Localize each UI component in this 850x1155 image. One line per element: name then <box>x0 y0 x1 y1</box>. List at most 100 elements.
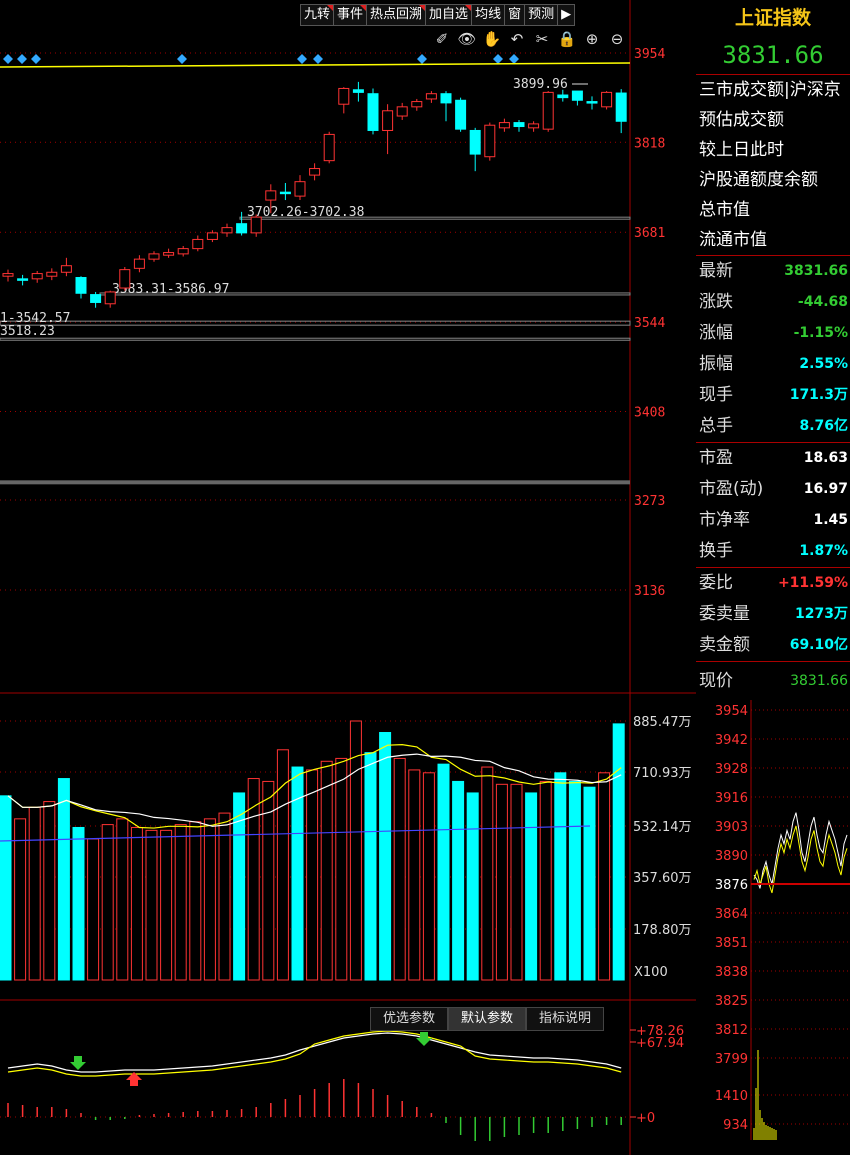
volume-unit-label: X100 <box>634 965 668 980</box>
stat-row: 最新 3831.66 <box>696 256 850 287</box>
info-line-1: 预估成交额 <box>699 110 784 130</box>
volume-axis-label: 532.14万 <box>633 820 692 835</box>
volume-bar <box>481 766 494 981</box>
stat-value: 69.10亿 <box>789 637 848 653</box>
candle-body <box>309 168 321 176</box>
mini-axis-label: 3928 <box>715 762 748 777</box>
indicator-tab-1[interactable]: 默认参数 <box>448 1007 527 1031</box>
mini-axis-label: 3916 <box>715 791 748 806</box>
volume-bar <box>57 778 70 981</box>
candle-body <box>513 122 525 128</box>
candle-body <box>236 223 248 234</box>
stat-value: -1.15% <box>793 325 848 341</box>
mini-axis-label: 3799 <box>715 1052 748 1067</box>
price-axis-label: 3681 <box>634 226 665 241</box>
candle-body <box>601 91 613 108</box>
stat-value: 3831.66 <box>784 263 848 279</box>
volume-bar <box>437 763 450 981</box>
candle-body <box>528 123 540 129</box>
stats-block-3: 委比 +11.59% 委卖量 1273万 卖金额 69.10亿 <box>696 567 850 661</box>
indicator-tab-0[interactable]: 优选参数 <box>370 1007 449 1031</box>
chart-toolbar: 九转 事件 热点回溯 加自选 均线窗预测 ▶ <box>300 4 576 26</box>
mini-avg-line <box>753 825 848 894</box>
candle-body <box>177 248 189 255</box>
toolbar-button-4[interactable]: 均线 <box>471 4 505 26</box>
info-lines: 三市成交额|沪深京 预估成交额 较上日此时 沪股通额度余额 总市值 流通市值 <box>696 75 850 255</box>
tool-icon-4[interactable]: ✂ <box>532 30 552 48</box>
index-title[interactable]: 上证指数 <box>696 0 850 36</box>
indicator-label-2: +0 <box>636 1111 655 1126</box>
mini-axis-label: 3942 <box>715 733 748 748</box>
candle-body <box>17 278 29 281</box>
toolbar-button-6[interactable]: 预测 <box>524 4 558 26</box>
volume-bar <box>510 783 523 981</box>
stat-row: 振幅 2.55% <box>696 349 850 380</box>
tool-icon-1[interactable]: 👁 <box>457 30 477 48</box>
collapse-toolbar-icon[interactable]: ▶ <box>557 4 576 26</box>
tool-icon-3[interactable]: ↶ <box>507 30 527 48</box>
stat-row: 市盈 18.63 <box>696 443 850 474</box>
volume-axis-label: 885.47万 <box>633 715 692 730</box>
stat-row: 现手 171.3万 <box>696 380 850 411</box>
gap-label-4: 3518.23 <box>0 324 55 339</box>
candle-body <box>542 91 554 130</box>
volume-bar <box>466 792 479 981</box>
tool-icon-2[interactable]: ✋ <box>482 30 502 48</box>
volume-bar <box>568 780 581 981</box>
index-price: 3831.66 <box>696 36 850 75</box>
volume-bar <box>218 812 231 981</box>
candle-body <box>206 232 218 240</box>
tool-icon-5[interactable]: 🔒 <box>557 30 577 48</box>
main-chart[interactable]: 3954 3818 3681 3544 3408 3273 3136 3899.96 3702.… <box>0 0 696 1155</box>
intraday-mini-chart[interactable]: 3954 3942 3928 3916 3903 3890 3876 3864 3851 3838… <box>696 700 850 1140</box>
tool-icon-6[interactable]: ⊕ <box>582 30 602 48</box>
volume-bar <box>101 824 114 981</box>
volume-bar <box>408 769 421 981</box>
stat-label: 委比 <box>699 573 733 593</box>
price-axis-label: 3954 <box>634 47 665 62</box>
now-price-label: 现价 <box>699 671 733 691</box>
toolbar-button-5[interactable]: 窗 <box>504 4 525 26</box>
mini-axis-label: 3903 <box>715 820 748 835</box>
candle-body <box>571 90 583 101</box>
tool-icon-7[interactable]: ⊖ <box>607 30 627 48</box>
stat-value: 1.87% <box>799 543 848 559</box>
candle-body <box>250 216 262 234</box>
candle-body <box>425 93 437 100</box>
info-line-2: 较上日此时 <box>699 140 784 160</box>
quote-panel: 上证指数 3831.66 三市成交额|沪深京 预估成交额 较上日此时 沪股通额度余额总… <box>696 0 850 1155</box>
toolbar-button-0[interactable]: 九转 <box>300 4 334 26</box>
volume-axis-label: 178.80万 <box>633 923 692 938</box>
volume-axis-label: 357.60万 <box>633 871 692 886</box>
volume-bar <box>174 824 187 981</box>
candle-body <box>615 92 627 122</box>
toolbar-button-2[interactable]: 热点回溯 <box>366 4 426 26</box>
candle-body <box>440 93 452 104</box>
toolbar-button-1[interactable]: 事件 <box>333 4 367 26</box>
stat-label: 最新 <box>699 261 733 281</box>
candle-body <box>133 258 145 269</box>
volume-bar <box>28 806 41 981</box>
price-axis-label: 3273 <box>634 494 665 509</box>
mini-axis-label: 3864 <box>715 907 748 922</box>
volume-bar <box>335 757 348 981</box>
stat-value: 2.55% <box>799 356 848 372</box>
tool-icon-0[interactable]: ✐ <box>432 30 452 48</box>
stat-label: 现手 <box>699 385 733 405</box>
volume-bar <box>0 795 12 981</box>
volume-bar <box>379 732 392 981</box>
stat-value: 171.3万 <box>789 387 848 403</box>
mini-axis-label: 3851 <box>715 936 748 951</box>
volume-bar <box>598 772 611 981</box>
toolbar-button-3[interactable]: 加自选 <box>425 4 472 26</box>
volume-bar <box>160 829 173 981</box>
price-axis-label: 3544 <box>634 316 665 331</box>
volume-bar <box>364 752 377 981</box>
stat-row: 涨跌 -44.68 <box>696 287 850 318</box>
mini-axis-label: 934 <box>723 1118 748 1133</box>
candle-body <box>279 191 291 195</box>
gap-label-1: 3702.26-3702.38 <box>247 205 364 220</box>
volume-bar <box>320 760 333 981</box>
volume-bar <box>72 826 85 981</box>
indicator-tab-2[interactable]: 指标说明 <box>526 1007 605 1031</box>
